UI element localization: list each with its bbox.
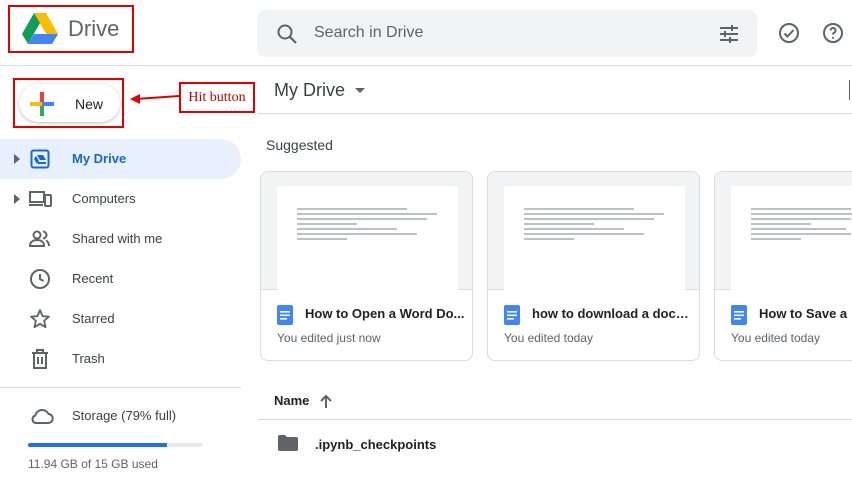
computers-icon [29, 191, 52, 207]
file-activity: You edited today [504, 331, 593, 345]
sidebar-item-starred[interactable]: Starred [0, 299, 241, 339]
sidebar-item-label: Recent [72, 271, 114, 286]
clock-icon [30, 269, 50, 289]
search-bar[interactable]: Search in Drive [257, 10, 757, 57]
suggested-heading: Suggested [266, 137, 333, 153]
suggested-file-card[interactable]: how to download a docu... You edited tod… [487, 171, 700, 361]
storage-progress-bar [28, 443, 203, 447]
suggested-file-card[interactable]: How to Open a Word Do... You edited just… [260, 171, 473, 361]
file-name: How to Save a G [759, 306, 851, 321]
google-drive-logo-icon [22, 13, 58, 44]
search-input[interactable]: Search in Drive [314, 24, 423, 42]
storage-label[interactable]: Storage (79% full) [72, 408, 176, 423]
sidebar-item-shared-with-me[interactable]: Shared with me [0, 219, 241, 259]
shared-icon [28, 230, 50, 247]
suggested-file-card[interactable]: How to Save a G You edited today [714, 171, 852, 361]
new-button-label: New [75, 96, 104, 112]
sidebar-item-recent[interactable]: Recent [0, 259, 241, 299]
storage-progress-fill [28, 443, 168, 447]
list-divider [258, 419, 852, 420]
sidebar-item-my-drive[interactable]: My Drive [0, 139, 241, 179]
expand-caret-icon[interactable] [13, 153, 21, 165]
annotation-arrow-icon [130, 94, 180, 104]
sidebar-item-trash[interactable]: Trash [0, 339, 241, 379]
file-thumbnail [261, 172, 472, 290]
column-header-name[interactable]: Name [274, 393, 309, 408]
ready-for-offline-icon[interactable] [777, 21, 801, 45]
header-divider [0, 65, 852, 66]
cloud-icon [31, 408, 54, 424]
dropdown-arrow-icon[interactable] [354, 87, 366, 95]
sidebar-item-computers[interactable]: Computers [0, 179, 241, 219]
file-activity: You edited just now [277, 331, 381, 345]
drive-logo-highlight[interactable]: Drive [8, 5, 134, 53]
search-options-icon[interactable] [717, 22, 741, 46]
sidebar-item-label: Trash [72, 351, 105, 366]
new-button-highlight: New [13, 78, 124, 128]
trash-icon [32, 349, 48, 369]
google-docs-icon [504, 305, 520, 325]
sidebar-item-label: Starred [72, 311, 115, 326]
view-toggle-edge [849, 80, 850, 100]
document-preview [731, 186, 852, 290]
app-name: Drive [68, 16, 120, 41]
new-button[interactable]: New [19, 84, 120, 122]
my-drive-icon [30, 149, 50, 169]
folder-icon [278, 435, 298, 451]
google-docs-icon [277, 305, 293, 325]
main-header-divider [258, 113, 852, 114]
sidebar-divider [0, 387, 241, 388]
expand-caret-icon[interactable] [13, 193, 21, 205]
help-icon[interactable] [821, 21, 845, 45]
file-thumbnail [715, 172, 852, 290]
google-docs-icon [731, 305, 747, 325]
page-title[interactable]: My Drive [274, 80, 345, 101]
star-icon [30, 309, 50, 329]
file-name: How to Open a Word Do... [305, 306, 465, 321]
annotation-label: Hit button [179, 82, 255, 113]
plus-icon [30, 92, 54, 116]
file-name: how to download a docu... [532, 306, 692, 321]
sidebar-item-label: Computers [72, 191, 136, 206]
search-icon[interactable] [275, 22, 299, 46]
file-name: .ipynb_checkpoints [315, 437, 437, 452]
document-preview [277, 186, 458, 290]
file-activity: You edited today [731, 331, 820, 345]
document-preview [504, 186, 685, 290]
sidebar-item-label: Shared with me [72, 231, 163, 246]
sort-ascending-icon[interactable] [319, 393, 333, 409]
storage-used-text: 11.94 GB of 15 GB used [28, 457, 158, 471]
sidebar-item-label: My Drive [72, 151, 127, 166]
file-thumbnail [488, 172, 699, 290]
